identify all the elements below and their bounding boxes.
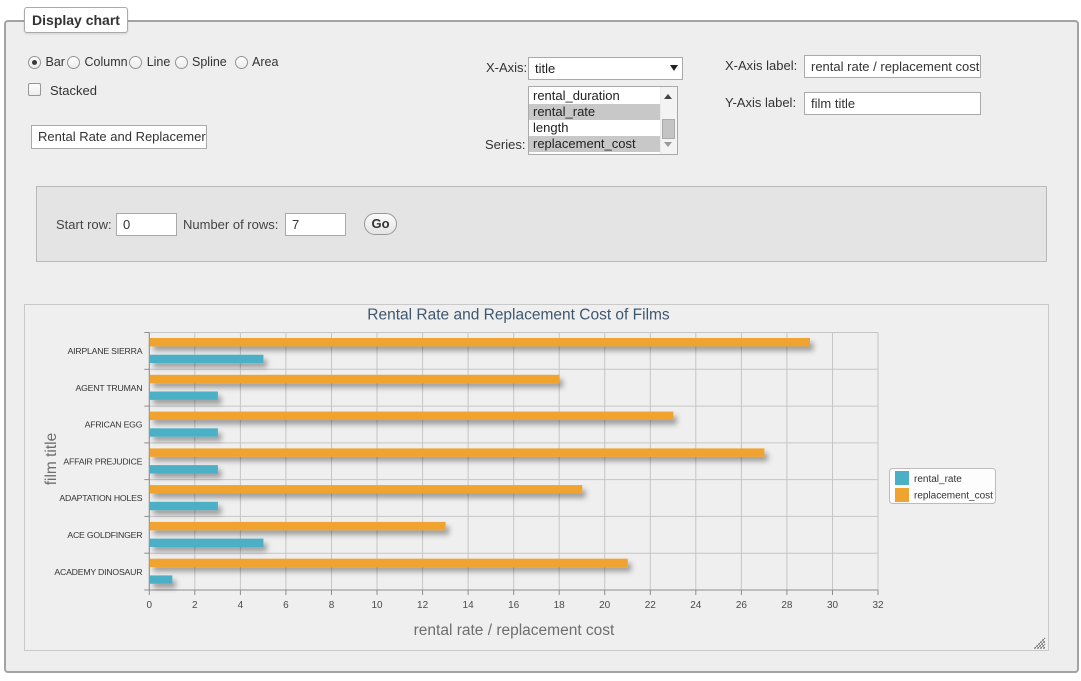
svg-text:ADAPTATION HOLES: ADAPTATION HOLES: [59, 493, 142, 503]
svg-text:AFRICAN EGG: AFRICAN EGG: [85, 420, 143, 430]
svg-text:rental_rate: rental_rate: [914, 474, 962, 485]
svg-text:14: 14: [463, 600, 475, 611]
svg-text:AFFAIR PREJUDICE: AFFAIR PREJUDICE: [63, 456, 142, 466]
svg-text:2: 2: [192, 600, 198, 611]
svg-text:AGENT TRUMAN: AGENT TRUMAN: [76, 383, 143, 393]
svg-text:AIRPLANE SIERRA: AIRPLANE SIERRA: [68, 346, 143, 356]
svg-text:22: 22: [645, 600, 657, 611]
svg-text:26: 26: [736, 600, 748, 611]
svg-text:ACE GOLDFINGER: ACE GOLDFINGER: [67, 530, 142, 540]
svg-text:28: 28: [781, 600, 793, 611]
svg-text:4: 4: [238, 600, 244, 611]
svg-text:replacement_cost: replacement_cost: [914, 491, 993, 502]
svg-text:6: 6: [283, 600, 289, 611]
svg-text:10: 10: [371, 600, 383, 611]
svg-text:20: 20: [599, 600, 611, 611]
svg-text:30: 30: [827, 600, 839, 611]
svg-text:8: 8: [329, 600, 335, 611]
svg-text:film title: film title: [43, 433, 60, 486]
svg-text:18: 18: [554, 600, 566, 611]
svg-text:rental rate / replacement cost: rental rate / replacement cost: [414, 622, 615, 639]
svg-text:0: 0: [147, 600, 153, 611]
svg-text:Rental Rate and Replacement Co: Rental Rate and Replacement Cost of Film…: [367, 307, 670, 324]
svg-text:16: 16: [508, 600, 520, 611]
svg-text:ACADEMY DINOSAUR: ACADEMY DINOSAUR: [54, 567, 142, 577]
svg-text:24: 24: [690, 600, 702, 611]
svg-text:32: 32: [872, 600, 884, 611]
svg-text:12: 12: [417, 600, 429, 611]
